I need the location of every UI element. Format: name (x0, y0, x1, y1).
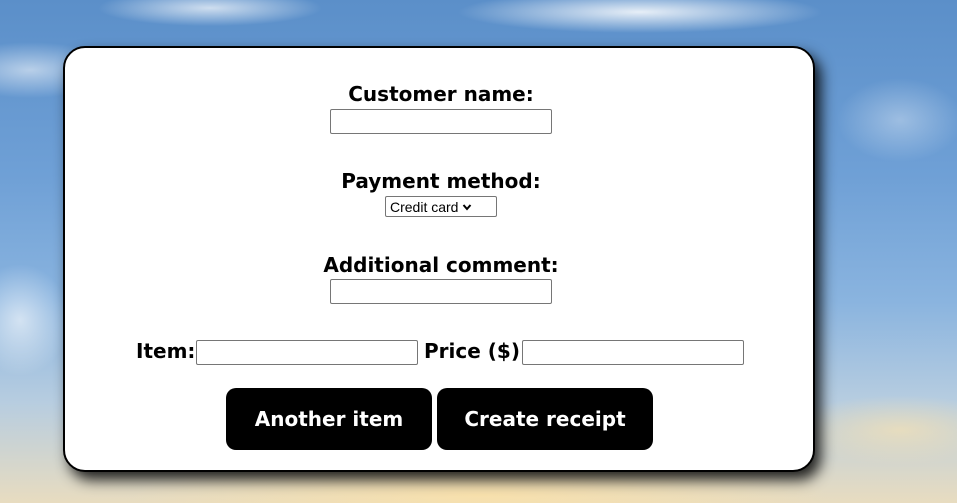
another-item-button[interactable]: Another item (226, 388, 432, 450)
customer-name-label: Customer name: (348, 82, 534, 106)
payment-method-selected-value: Credit card (390, 198, 459, 215)
receipt-form-card: Customer name: Payment method: Credit ca… (63, 46, 815, 472)
price-input[interactable] (522, 340, 744, 365)
additional-comment-label: Additional comment: (323, 253, 559, 277)
price-label: Price ($): (424, 339, 528, 363)
customer-name-input[interactable] (330, 109, 552, 134)
payment-method-select[interactable]: Credit card (385, 196, 497, 217)
create-receipt-button[interactable]: Create receipt (437, 388, 653, 450)
item-label: Item: (136, 339, 196, 363)
additional-comment-input[interactable] (330, 279, 552, 304)
item-input[interactable] (196, 340, 418, 365)
chevron-down-icon (463, 203, 472, 211)
payment-method-label: Payment method: (341, 169, 541, 193)
